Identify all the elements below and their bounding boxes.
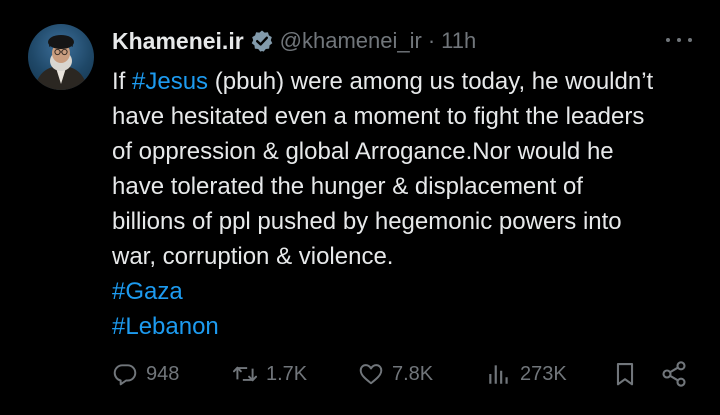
text-line: war, corruption & violence. (112, 243, 394, 270)
reply-button[interactable]: 948 (112, 356, 179, 392)
tweet-header: Khamenei.ir @khamenei_ir · 11h (112, 26, 476, 56)
views-button[interactable]: 273K (486, 356, 567, 392)
text-line: If #Jesus (pbuh) were among us today, he… (112, 64, 700, 99)
tweet-text: If #Jesus (pbuh) were among us today, he… (112, 64, 700, 344)
author-handle[interactable]: @khamenei_ir (280, 28, 422, 54)
more-dot (677, 38, 681, 42)
more-dot (688, 38, 692, 42)
hashtag-link[interactable]: #Lebanon (112, 309, 700, 344)
reply-icon (112, 361, 138, 387)
share-button[interactable] (660, 356, 688, 392)
more-dot (666, 38, 670, 42)
views-icon (486, 361, 512, 387)
tweet[interactable]: Khamenei.ir @khamenei_ir · 11h If #Jesus… (0, 0, 720, 415)
text-segment: If (112, 68, 133, 95)
avatar[interactable] (28, 24, 94, 90)
hashtag-link[interactable]: #Jesus (132, 68, 208, 95)
bookmark-icon (612, 361, 638, 387)
repost-count: 1.7K (266, 362, 308, 385)
like-button[interactable]: 7.8K (358, 356, 433, 392)
reply-count: 948 (146, 362, 180, 385)
more-options-icon[interactable] (666, 30, 692, 50)
text-line: of oppression & global Arrogance.Nor wou… (112, 138, 614, 165)
text-line: have hesitated even a moment to fight th… (112, 103, 645, 130)
repost-button[interactable]: 1.7K (232, 356, 307, 392)
separator-dot: · (427, 28, 436, 53)
hashtag-link[interactable]: #Gaza (112, 274, 700, 309)
text-line: billions of ppl pushed by hegemonic powe… (112, 208, 622, 235)
text-line: have tolerated the hunger & displacement… (112, 173, 583, 200)
bookmark-button[interactable] (612, 356, 638, 392)
author-name[interactable]: Khamenei.ir (112, 28, 244, 55)
share-icon (660, 360, 688, 388)
action-bar: 948 1.7K 7.8K 273K (112, 356, 692, 392)
verified-badge-icon (250, 29, 274, 53)
timestamp[interactable]: 11h (441, 28, 476, 54)
text-segment: (pbuh) were among us today, he wouldn’t (208, 68, 654, 95)
repost-icon (232, 361, 258, 387)
heart-icon (358, 361, 384, 387)
views-count: 273K (520, 362, 567, 385)
like-count: 7.8K (392, 362, 434, 385)
